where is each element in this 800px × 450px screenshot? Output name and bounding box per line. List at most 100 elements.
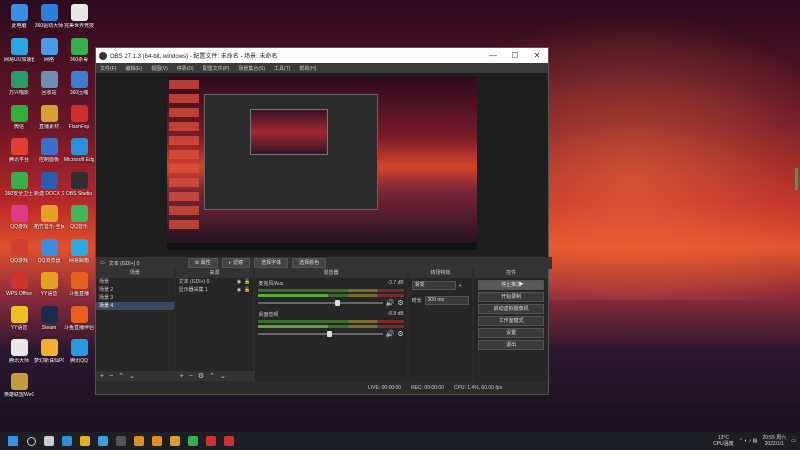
move-down-icon[interactable]: ⌄ [129,372,135,380]
app-icon[interactable] [221,435,237,447]
add-icon[interactable]: + [180,373,184,380]
desktop-icon[interactable]: Steam [34,305,64,331]
menu-item[interactable]: 场景集合(S) [238,65,265,72]
visibility-icon[interactable]: ◉ [237,278,241,286]
control-button[interactable]: 启动虚拟摄像机 [478,304,545,314]
weather-widget[interactable]: 13°C CPU温度 [713,435,734,447]
desktop-icon[interactable]: 斗鱼直播 [64,272,94,297]
desktop-icon[interactable]: 网易邮箱 [64,238,94,264]
filters-button[interactable]: ◐ 滤镜 [221,258,251,268]
desktop-icon[interactable]: 微信 [4,104,34,130]
desktop-icon[interactable]: 腾讯QQ [64,339,94,364]
move-up-icon[interactable]: ⌃ [118,372,124,380]
control-button[interactable]: 工作室模式 [478,316,545,326]
menu-item[interactable]: 编辑(E) [125,65,142,72]
remove-icon[interactable]: − [189,373,193,380]
desktop-icon[interactable]: QQ浏览器 [34,238,64,264]
move-up-icon[interactable]: ⌃ [209,372,215,380]
desktop-icon[interactable]: 360杀毒 [64,37,94,63]
desktop-icon[interactable]: 直播素材 [34,104,64,130]
scene-item[interactable]: 场景 [96,278,174,286]
scene-item[interactable]: 场景 2 [96,286,174,294]
desktop-icon[interactable]: OBS Studio [64,171,94,197]
desktop-icon[interactable]: 360安全卫士 [4,171,34,197]
menu-item[interactable]: 停靠(D) [177,65,194,72]
speaker-icon[interactable]: 🔊 [386,330,395,338]
menu-item[interactable]: 工具(T) [274,65,290,72]
desktop-icon[interactable]: QQ游戏 [4,238,34,264]
app-icon[interactable] [131,435,147,447]
clock[interactable]: 20:55 周六 2022/1/1 [762,435,786,447]
lock-icon[interactable]: 🔓 [244,286,250,294]
app-icon[interactable] [149,435,165,447]
tray-icons[interactable]: ⌃ ◐ ♪ ▤ [739,438,758,444]
desktop-icon[interactable]: YY语音 [34,272,64,297]
control-button[interactable]: 开始录制 [478,292,545,302]
remove-icon[interactable]: − [109,373,113,380]
add-icon[interactable]: + [100,373,104,380]
desktop-icon[interactable]: 斗鱼直播伴侣 [64,305,94,331]
speaker-icon[interactable]: 🔊 [386,299,395,307]
menu-item[interactable]: 帮助(H) [299,65,316,72]
desktop-icon[interactable]: 英雄联盟WeGame版 [4,372,34,398]
source-item[interactable]: 文本 (GDI+) 0 ◉ 🔓 [176,278,254,286]
desktop-icon[interactable]: Microsoft Edge [64,138,94,163]
desktop-icon[interactable]: 梦幻新诛仙PC互通版 [34,339,64,364]
scene-item[interactable]: 场景 4 [96,302,174,310]
move-down-icon[interactable]: ⌄ [220,372,226,380]
gear-icon[interactable]: ⚙ [397,299,403,307]
desktop-icon[interactable]: 腾讯大师 [4,339,34,364]
menu-item[interactable]: 视图(V) [151,65,168,72]
lock-icon[interactable]: 🔓 [244,278,250,286]
search-icon[interactable] [23,435,39,447]
desktop-icon[interactable]: WPS Office [4,272,34,297]
control-button[interactable]: 退出 [478,340,545,350]
control-button[interactable]: 设置 [478,328,545,338]
duration-input[interactable]: 300 ms [424,296,469,305]
menu-item[interactable]: 文件(F) [100,65,116,72]
menu-item[interactable]: 配置文件(P) [203,65,230,72]
gear-icon[interactable]: ⚙ [397,330,403,338]
taskview-icon[interactable] [41,435,57,447]
volume-slider[interactable] [258,331,383,337]
close-icon[interactable]: ✕ [526,51,548,60]
desktop-icon[interactable]: 网络 [34,37,64,63]
gear-icon[interactable]: ⚙ [198,372,204,380]
edge-icon[interactable] [59,435,75,447]
minimize-icon[interactable]: — [482,51,504,60]
select-color-button[interactable]: 选择颜色 [292,258,327,268]
transition-select[interactable]: 渐变 [411,281,456,290]
desktop-icon[interactable]: 360驱动大师 [34,4,64,29]
preview-area[interactable] [96,73,548,258]
desktop-icon[interactable]: 360压缩 [64,71,94,96]
desktop-icon[interactable]: QQ音乐 [64,205,94,230]
desktop-icon[interactable]: FlashFxp [64,104,94,130]
properties-button[interactable]: ⚙ 属性 [187,258,218,268]
maximize-icon[interactable]: ☐ [504,51,526,60]
visibility-icon[interactable]: ◉ [237,286,241,294]
app-icon[interactable] [185,435,201,447]
desktop-icon[interactable]: 拓竹音乐-全民K歌 [34,205,64,230]
obs-window[interactable]: OBS 27.1.3 (64-bit, windows) - 配置文件: 未命名… [95,47,552,395]
desktop-icon[interactable]: 网易UU加速器 [4,37,34,63]
obs-icon[interactable] [113,435,129,447]
scene-item[interactable]: 场景 3 [96,294,174,302]
source-item[interactable]: 显示器采集 1 ◉ 🔓 [176,286,254,294]
desktop-icon[interactable]: 完美世界竞技平台 [64,4,94,29]
notification-icon[interactable]: ▭ [791,438,796,444]
explorer-icon[interactable] [77,435,93,447]
control-button[interactable]: 停止推流 [478,280,545,290]
app-icon[interactable] [203,435,219,447]
desktop-icon[interactable]: 万兴喵影 [4,71,34,96]
desktop-icon[interactable]: 控制面板 [34,138,64,163]
desktop-icon[interactable]: 回收站 [34,71,64,96]
desktop-icon[interactable]: QQ游戏 [4,205,34,230]
desktop-icon[interactable]: 腾讯平台 [4,138,34,163]
desktop-icon[interactable]: 新建 DOCX 文档 [34,171,64,197]
windows-icon[interactable] [5,435,21,447]
qq-browser-icon[interactable] [95,435,111,447]
select-font-button[interactable]: 选择字体 [254,258,289,268]
app-icon[interactable] [167,435,183,447]
desktop-icon[interactable]: 此电脑 [4,4,34,29]
preview-canvas[interactable] [167,76,477,250]
